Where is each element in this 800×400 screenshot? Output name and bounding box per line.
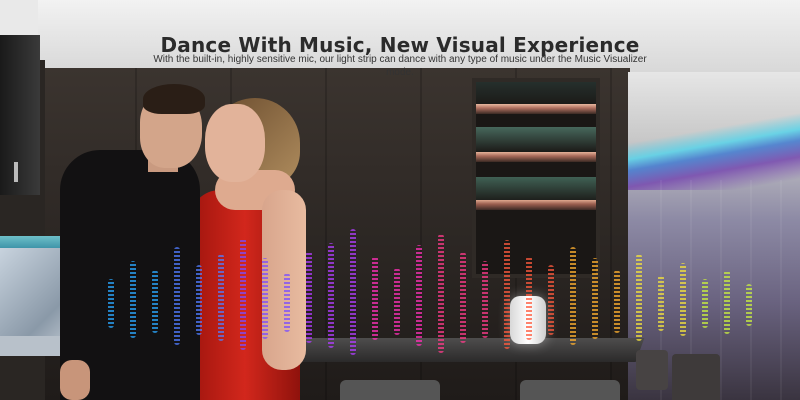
visualizer-bar xyxy=(636,254,642,341)
woman-face xyxy=(205,104,265,182)
visualizer-bar xyxy=(130,261,136,338)
visualizer-bar xyxy=(570,247,576,345)
visualizer-bar xyxy=(394,268,400,335)
visualizer-bar xyxy=(504,240,510,349)
visualizer-bar xyxy=(262,258,268,339)
visualizer-bar xyxy=(592,258,598,339)
visualizer-bar xyxy=(372,256,378,340)
ceiling-led-strip xyxy=(628,110,800,190)
visualizer-bar xyxy=(416,245,422,346)
lit-shelf xyxy=(476,200,596,210)
visualizer-bar xyxy=(284,273,290,332)
visualizer-bar xyxy=(152,270,158,333)
visualizer-bar xyxy=(240,238,246,350)
shelf-glow xyxy=(476,127,596,153)
visualizer-bar xyxy=(680,263,686,336)
music-visualizer-graphic xyxy=(100,220,760,360)
visualizer-bar xyxy=(350,229,356,355)
dining-chair xyxy=(672,354,720,400)
visualizer-bar xyxy=(174,247,180,345)
visualizer-bar xyxy=(702,279,708,328)
visualizer-bar xyxy=(724,270,730,334)
visualizer-bar xyxy=(658,275,664,331)
banner-description: With the built-in, highly sensitive mic,… xyxy=(153,54,647,78)
visualizer-bar xyxy=(746,284,752,326)
man-hair xyxy=(143,84,205,114)
lit-shelf xyxy=(476,104,596,114)
visualizer-bar xyxy=(218,254,224,341)
visualizer-bar xyxy=(614,270,620,333)
wall-light xyxy=(14,162,18,182)
dining-chair xyxy=(520,380,620,400)
visualizer-bar xyxy=(460,252,466,343)
visualizer-bar xyxy=(548,265,554,335)
visualizer-bar xyxy=(526,256,532,340)
visualizer-bar xyxy=(196,265,202,335)
visualizer-bar xyxy=(482,261,488,338)
visualizer-bar xyxy=(438,234,444,353)
range-hood xyxy=(0,35,40,195)
visualizer-bar xyxy=(108,279,114,328)
visualizer-bar xyxy=(306,251,312,343)
lit-shelf xyxy=(476,152,596,162)
man-hand xyxy=(60,360,90,400)
visualizer-bar xyxy=(328,243,334,348)
dining-chair xyxy=(340,380,440,400)
